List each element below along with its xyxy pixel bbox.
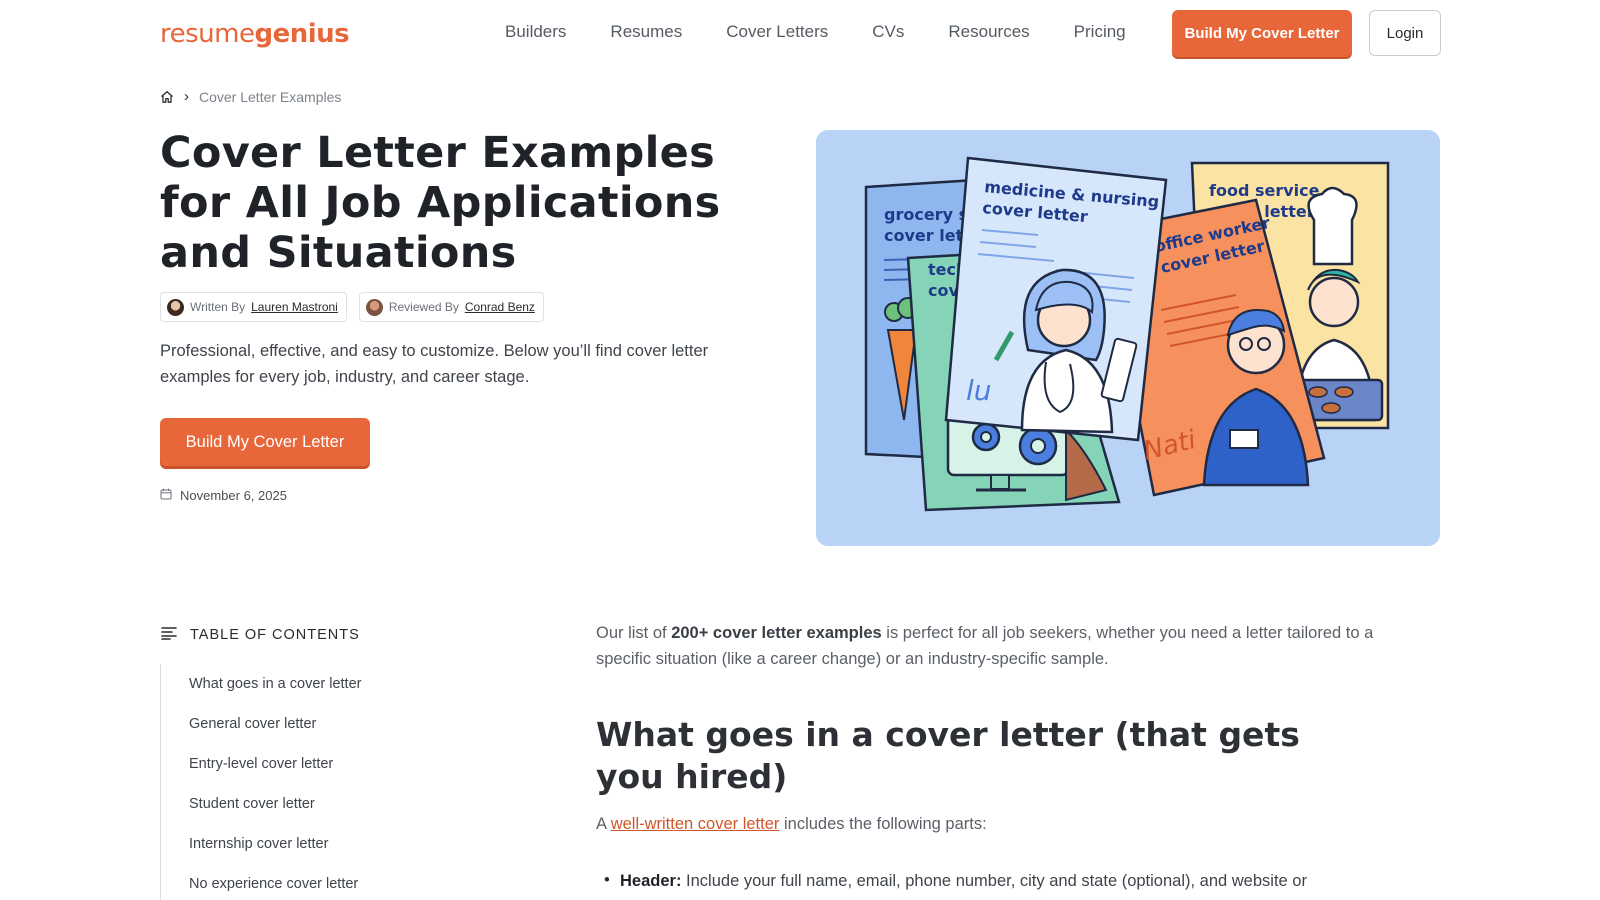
list-item: Header: Include your full name, email, p…	[604, 871, 1380, 891]
para-pre: A	[596, 815, 611, 833]
intro-pre: Our list of	[596, 624, 672, 642]
page-title: Cover Letter Examples for All Job Applic…	[160, 128, 721, 278]
nav-builders[interactable]: Builders	[505, 22, 566, 42]
publish-date: November 6, 2025	[160, 488, 287, 503]
main-nav: Builders Resumes Cover Letters CVs Resou…	[505, 22, 1170, 42]
reviewer-avatar	[365, 298, 383, 316]
toc-item[interactable]: General cover letter	[161, 704, 520, 744]
nav-resumes[interactable]: Resumes	[610, 22, 682, 42]
breadcrumb: › Cover Letter Examples	[160, 88, 341, 105]
bullet-label: Header:	[620, 872, 682, 890]
grocery-card-title-1: grocery s	[884, 205, 968, 224]
toc-item[interactable]: What goes in a cover letter	[161, 664, 520, 704]
brand-logo[interactable]: resumegenius	[160, 19, 350, 49]
toc-list-icon	[160, 626, 178, 644]
nav-cover-letters[interactable]: Cover Letters	[726, 22, 828, 42]
toc-item[interactable]: Internship cover letter	[161, 824, 520, 864]
nav-pricing[interactable]: Pricing	[1074, 22, 1126, 42]
author-avatar	[167, 298, 184, 316]
reviewed-by-label: Reviewed By	[388, 300, 459, 314]
medicine-nursing-cover-letter-card: medicine & nursing cover letter lu	[944, 156, 1168, 442]
section-heading: What goes in a cover letter (that gets y…	[596, 715, 1300, 796]
para-post: includes the following parts:	[779, 815, 987, 833]
toc-item[interactable]: Student cover letter	[161, 784, 520, 824]
nav-resources[interactable]: Resources	[948, 22, 1029, 42]
logo-bold-text: genius	[254, 19, 350, 49]
tech-card-title-2: cov	[928, 281, 959, 300]
article-intro: Our list of 200+ cover letter examples i…	[596, 620, 1396, 672]
toc-list: What goes in a cover letter General cove…	[160, 664, 520, 900]
written-by-label: Written By	[190, 300, 246, 314]
publish-date-text: November 6, 2025	[180, 488, 287, 503]
header-build-cover-letter-button[interactable]: Build My Cover Letter	[1172, 10, 1352, 57]
breadcrumb-separator: ›	[184, 88, 189, 105]
grocery-card-title-2: cover lett	[884, 226, 971, 245]
bullet-text: Include your full name, email, phone num…	[681, 872, 1307, 890]
hero-build-cover-letter-button[interactable]: Build My Cover Letter	[160, 418, 370, 466]
toc-heading-text: TABLE OF CONTENTS	[190, 627, 360, 643]
toc-item[interactable]: Entry-level cover letter	[161, 744, 520, 784]
reviewed-by-chip: Reviewed By Conrad Benz	[358, 292, 544, 322]
well-written-cover-letter-link[interactable]: well-written cover letter	[611, 815, 780, 833]
home-icon[interactable]	[160, 90, 174, 104]
nav-cvs[interactable]: CVs	[872, 22, 904, 42]
hero-description: Professional, effective, and easy to cus…	[160, 342, 709, 386]
toc-heading: TABLE OF CONTENTS	[160, 626, 360, 644]
author-link[interactable]: Lauren Mastroni	[251, 300, 338, 314]
login-button[interactable]: Login	[1369, 10, 1441, 56]
author-credits: Written By Lauren Mastroni Reviewed By C…	[160, 292, 544, 322]
food-card-title-1: food service	[1209, 181, 1320, 200]
site-header: resumegenius Builders Resumes Cover Lett…	[0, 0, 1600, 66]
section-paragraph: A well-written cover letter includes the…	[596, 815, 987, 834]
intro-bold: 200+ cover letter examples	[671, 624, 882, 642]
medicine-signature: lu	[966, 374, 992, 407]
logo-light-text: resume	[160, 19, 255, 49]
reviewer-link[interactable]: Conrad Benz	[465, 300, 535, 314]
breadcrumb-current[interactable]: Cover Letter Examples	[199, 89, 341, 105]
calendar-icon	[160, 488, 172, 503]
toc-item[interactable]: No experience cover letter	[161, 864, 520, 900]
written-by-chip: Written By Lauren Mastroni	[160, 292, 347, 322]
hero-illustration: grocery s cover lett tech cov food servi…	[816, 130, 1440, 546]
